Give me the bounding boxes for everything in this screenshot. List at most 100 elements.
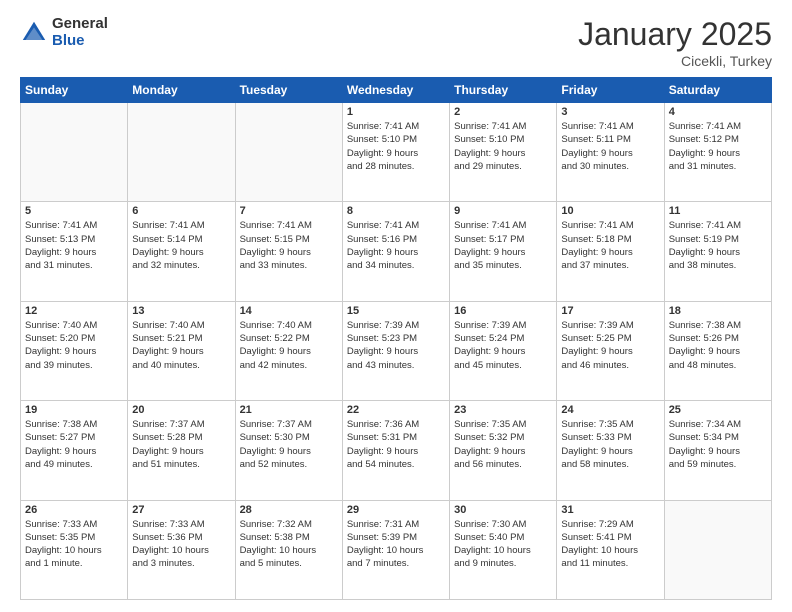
calendar-cell: 19 Sunrise: 7:38 AMSunset: 5:27 PMDayligh… <box>21 401 128 500</box>
day-info: Sunrise: 7:34 AMSunset: 5:34 PMDaylight:… <box>669 418 767 471</box>
header: General Blue January 2025 Cicekli, Turke… <box>20 16 772 69</box>
day-number: 25 <box>669 404 767 416</box>
calendar-cell: 24Sunrise: 7:35 AMSunset: 5:33 PMDayligh… <box>557 401 664 500</box>
day-number: 15 <box>347 305 445 317</box>
day-info: Sunrise: 7:35 AMSunset: 5:32 PMDaylight:… <box>454 418 552 471</box>
logo: General Blue <box>20 16 108 49</box>
day-info: Sunrise: 7:39 AMSunset: 5:24 PMDaylight:… <box>454 319 552 372</box>
day-number: 13 <box>132 305 230 317</box>
month-title: January 2025 <box>578 16 772 53</box>
calendar-cell: 4Sunrise: 7:41 AMSunset: 5:12 PMDaylight… <box>664 103 771 202</box>
day-info: Sunrise: 7:41 AMSunset: 5:18 PMDaylight:… <box>561 219 659 272</box>
day-number: 17 <box>561 305 659 317</box>
weekday-header-row: SundayMondayTuesdayWednesdayThursdayFrid… <box>21 78 772 103</box>
day-number: 12 <box>25 305 123 317</box>
weekday-header-tuesday: Tuesday <box>235 78 342 103</box>
weekday-header-friday: Friday <box>557 78 664 103</box>
calendar-cell: 15 Sunrise: 7:39 AMSunset: 5:23 PMDayligh… <box>342 301 449 400</box>
calendar-cell: 11 Sunrise: 7:41 AMSunset: 5:19 PMDayligh… <box>664 202 771 301</box>
calendar-cell: 6 Sunrise: 7:41 AMSunset: 5:14 PMDaylight… <box>128 202 235 301</box>
day-info: Sunrise: 7:29 AMSunset: 5:41 PMDaylight:… <box>561 518 659 571</box>
calendar-week-5: 26 Sunrise: 7:33 AMSunset: 5:35 PMDayligh… <box>21 500 772 599</box>
day-info: Sunrise: 7:41 AMSunset: 5:17 PMDaylight:… <box>454 219 552 272</box>
calendar-cell: 20 Sunrise: 7:37 AMSunset: 5:28 PMDayligh… <box>128 401 235 500</box>
calendar-week-2: 5Sunrise: 7:41 AMSunset: 5:13 PMDaylight… <box>21 202 772 301</box>
day-info: Sunrise: 7:41 AMSunset: 5:15 PMDaylight:… <box>240 219 338 272</box>
day-number: 6 <box>132 205 230 217</box>
calendar-cell: 10 Sunrise: 7:41 AMSunset: 5:18 PMDayligh… <box>557 202 664 301</box>
day-info: Sunrise: 7:30 AMSunset: 5:40 PMDaylight:… <box>454 518 552 571</box>
day-info: Sunrise: 7:38 AMSunset: 5:27 PMDaylight:… <box>25 418 123 471</box>
calendar-cell: 16Sunrise: 7:39 AMSunset: 5:24 PMDayligh… <box>450 301 557 400</box>
day-number: 20 <box>132 404 230 416</box>
weekday-header-wednesday: Wednesday <box>342 78 449 103</box>
day-info: Sunrise: 7:33 AMSunset: 5:36 PMDaylight:… <box>132 518 230 571</box>
calendar-cell: 13 Sunrise: 7:40 AMSunset: 5:21 PMDayligh… <box>128 301 235 400</box>
day-number: 30 <box>454 504 552 516</box>
day-number: 9 <box>454 205 552 217</box>
day-number: 31 <box>561 504 659 516</box>
day-number: 21 <box>240 404 338 416</box>
weekday-header-sunday: Sunday <box>21 78 128 103</box>
day-number: 8 <box>347 205 445 217</box>
day-info: Sunrise: 7:39 AMSunset: 5:23 PMDaylight:… <box>347 319 445 372</box>
calendar-cell: 8 Sunrise: 7:41 AMSunset: 5:16 PMDaylight… <box>342 202 449 301</box>
weekday-header-thursday: Thursday <box>450 78 557 103</box>
weekday-header-saturday: Saturday <box>664 78 771 103</box>
calendar-table: SundayMondayTuesdayWednesdayThursdayFrid… <box>20 77 772 600</box>
day-info: Sunrise: 7:40 AMSunset: 5:21 PMDaylight:… <box>132 319 230 372</box>
calendar-week-3: 12 Sunrise: 7:40 AMSunset: 5:20 PMDayligh… <box>21 301 772 400</box>
day-number: 26 <box>25 504 123 516</box>
calendar-cell: 22Sunrise: 7:36 AMSunset: 5:31 PMDayligh… <box>342 401 449 500</box>
day-number: 2 <box>454 106 552 118</box>
day-number: 1 <box>347 106 445 118</box>
calendar-cell: 12 Sunrise: 7:40 AMSunset: 5:20 PMDayligh… <box>21 301 128 400</box>
calendar-cell: 3 Sunrise: 7:41 AMSunset: 5:11 PMDaylight… <box>557 103 664 202</box>
calendar-cell: 5Sunrise: 7:41 AMSunset: 5:13 PMDaylight… <box>21 202 128 301</box>
title-block: January 2025 Cicekli, Turkey <box>578 16 772 69</box>
calendar-cell: 1Sunrise: 7:41 AMSunset: 5:10 PMDaylight… <box>342 103 449 202</box>
calendar-cell: 29Sunrise: 7:31 AMSunset: 5:39 PMDayligh… <box>342 500 449 599</box>
day-info: Sunrise: 7:41 AMSunset: 5:11 PMDaylight:… <box>561 120 659 173</box>
day-info: Sunrise: 7:33 AMSunset: 5:35 PMDaylight:… <box>25 518 123 571</box>
logo-icon <box>20 19 48 47</box>
day-info: Sunrise: 7:41 AMSunset: 5:10 PMDaylight:… <box>454 120 552 173</box>
day-number: 28 <box>240 504 338 516</box>
calendar-cell: 18Sunrise: 7:38 AMSunset: 5:26 PMDayligh… <box>664 301 771 400</box>
logo-general: General <box>52 16 108 33</box>
day-info: Sunrise: 7:38 AMSunset: 5:26 PMDaylight:… <box>669 319 767 372</box>
day-info: Sunrise: 7:35 AMSunset: 5:33 PMDaylight:… <box>561 418 659 471</box>
day-info: Sunrise: 7:37 AMSunset: 5:28 PMDaylight:… <box>132 418 230 471</box>
calendar-cell: 14Sunrise: 7:40 AMSunset: 5:22 PMDayligh… <box>235 301 342 400</box>
day-number: 5 <box>25 205 123 217</box>
day-info: Sunrise: 7:36 AMSunset: 5:31 PMDaylight:… <box>347 418 445 471</box>
page: General Blue January 2025 Cicekli, Turke… <box>0 0 792 612</box>
calendar-cell <box>664 500 771 599</box>
day-number: 3 <box>561 106 659 118</box>
calendar-cell: 27Sunrise: 7:33 AMSunset: 5:36 PMDayligh… <box>128 500 235 599</box>
calendar-cell: 7 Sunrise: 7:41 AMSunset: 5:15 PMDaylight… <box>235 202 342 301</box>
location-subtitle: Cicekli, Turkey <box>578 53 772 69</box>
day-number: 7 <box>240 205 338 217</box>
day-info: Sunrise: 7:40 AMSunset: 5:20 PMDaylight:… <box>25 319 123 372</box>
day-number: 11 <box>669 205 767 217</box>
day-info: Sunrise: 7:41 AMSunset: 5:19 PMDaylight:… <box>669 219 767 272</box>
calendar-week-1: 1 Sunrise: 7:41 AMSunset: 5:10 PMDaylight… <box>21 103 772 202</box>
day-number: 14 <box>240 305 338 317</box>
calendar-cell <box>21 103 128 202</box>
day-info: Sunrise: 7:41 AMSunset: 5:14 PMDaylight:… <box>132 219 230 272</box>
calendar-cell: 25 Sunrise: 7:34 AMSunset: 5:34 PMDayligh… <box>664 401 771 500</box>
calendar-cell: 17Sunrise: 7:39 AMSunset: 5:25 PMDayligh… <box>557 301 664 400</box>
calendar-cell: 23Sunrise: 7:35 AMSunset: 5:32 PMDayligh… <box>450 401 557 500</box>
day-info: Sunrise: 7:41 AMSunset: 5:16 PMDaylight:… <box>347 219 445 272</box>
calendar-cell: 31 Sunrise: 7:29 AMSunset: 5:41 PMDayligh… <box>557 500 664 599</box>
day-info: Sunrise: 7:32 AMSunset: 5:38 PMDaylight:… <box>240 518 338 571</box>
calendar-cell: 26 Sunrise: 7:33 AMSunset: 5:35 PMDayligh… <box>21 500 128 599</box>
calendar-cell: 30 Sunrise: 7:30 AMSunset: 5:40 PMDayligh… <box>450 500 557 599</box>
calendar-week-4: 19 Sunrise: 7:38 AMSunset: 5:27 PMDayligh… <box>21 401 772 500</box>
weekday-header-monday: Monday <box>128 78 235 103</box>
day-number: 19 <box>25 404 123 416</box>
calendar-cell: 9 Sunrise: 7:41 AMSunset: 5:17 PMDaylight… <box>450 202 557 301</box>
day-number: 10 <box>561 205 659 217</box>
day-info: Sunrise: 7:41 AMSunset: 5:12 PMDaylight:… <box>669 120 767 173</box>
